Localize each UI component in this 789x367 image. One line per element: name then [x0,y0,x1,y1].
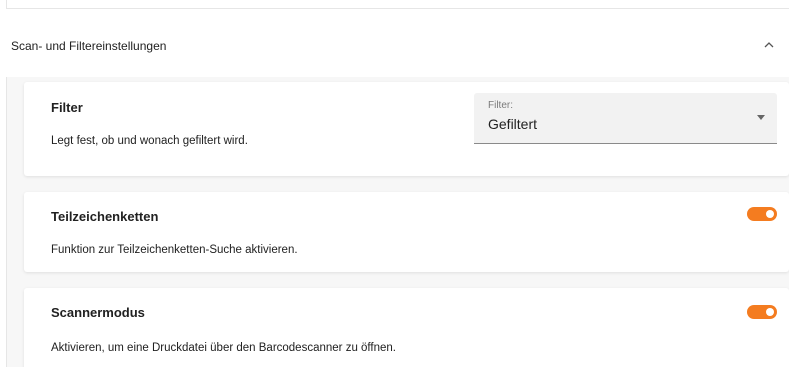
substring-toggle[interactable] [747,207,777,221]
filter-select-value: Gefiltert [488,116,538,132]
scanner-title: Scannermodus [51,305,145,320]
toggle-knob [766,308,774,316]
substring-title: Teilzeichenketten [51,209,159,224]
filter-description: Legt fest, ob und wonach gefiltert wird. [51,135,248,147]
settings-page: Scan- und Filtereinstellungen Filter Leg… [0,0,789,367]
section-header[interactable]: Scan- und Filtereinstellungen [6,9,789,77]
filter-select[interactable]: Filter: Gefiltert [474,93,777,144]
filter-card: Filter Legt fest, ob und wonach gefilter… [24,82,789,176]
scanner-toggle[interactable] [747,305,777,319]
caret-down-icon[interactable] [757,115,765,120]
substring-card: Teilzeichenketten Funktion zur Teilzeich… [24,192,789,272]
scanner-card: Scannermodus Aktivieren, um eine Druckda… [24,288,789,367]
chevron-up-icon[interactable] [762,39,776,51]
scanner-description: Aktivieren, um eine Druckdatei über den … [51,342,396,354]
filter-select-label: Filter: [488,100,513,111]
filter-title: Filter [51,100,83,115]
toggle-knob [766,210,774,218]
section-title: Scan- und Filtereinstellungen [11,39,167,53]
substring-description: Funktion zur Teilzeichenketten-Suche akt… [51,244,298,256]
